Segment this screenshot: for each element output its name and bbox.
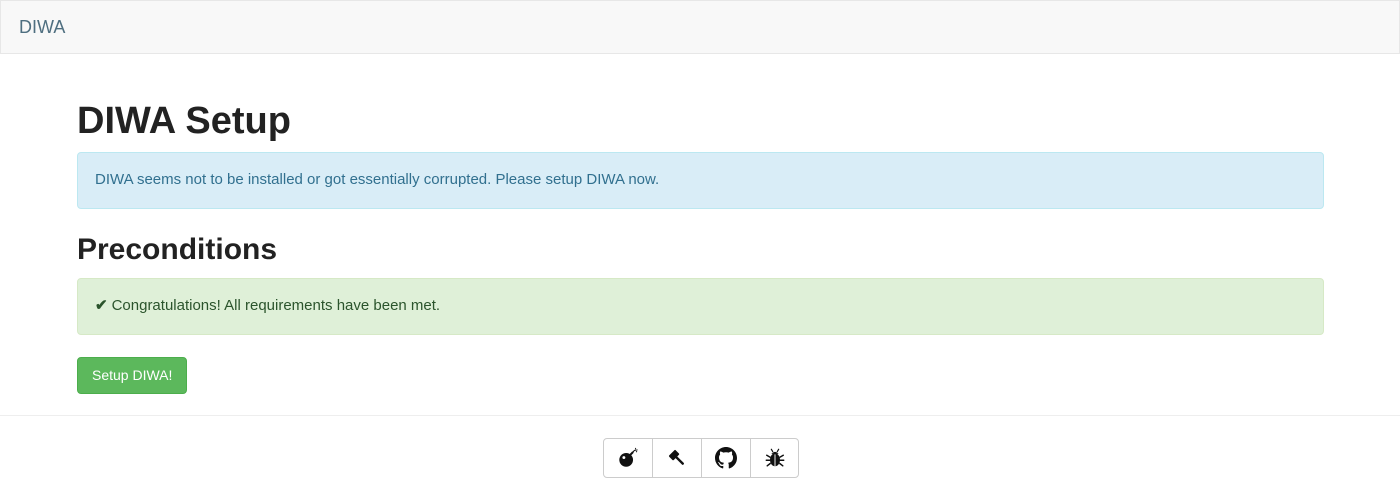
success-alert-text: Congratulations! All requirements have b… bbox=[111, 297, 441, 314]
bug-button[interactable] bbox=[751, 439, 798, 477]
info-alert: DIWA seems not to be installed or got es… bbox=[77, 152, 1324, 209]
setup-button[interactable]: Setup DIWA! bbox=[77, 357, 188, 394]
bomb-icon bbox=[619, 447, 638, 467]
footer-button-group bbox=[603, 438, 799, 478]
checkmark-icon: ✔ bbox=[95, 297, 108, 314]
info-alert-text: DIWA seems not to be installed or got es… bbox=[95, 171, 660, 188]
bug-icon bbox=[765, 448, 784, 467]
footer-divider bbox=[0, 415, 1400, 416]
brand-link[interactable]: DIWA bbox=[19, 16, 65, 38]
preconditions-heading: Preconditions bbox=[77, 233, 278, 266]
gavel-button[interactable] bbox=[653, 439, 702, 477]
page-title: DIWA Setup bbox=[77, 100, 291, 142]
github-icon bbox=[715, 447, 737, 469]
bomb-button[interactable] bbox=[604, 439, 653, 477]
github-button[interactable] bbox=[702, 439, 751, 477]
gavel-icon bbox=[668, 449, 685, 465]
success-alert: ✔ Congratulations! All requirements have … bbox=[77, 278, 1324, 335]
navbar: DIWA bbox=[0, 0, 1400, 54]
